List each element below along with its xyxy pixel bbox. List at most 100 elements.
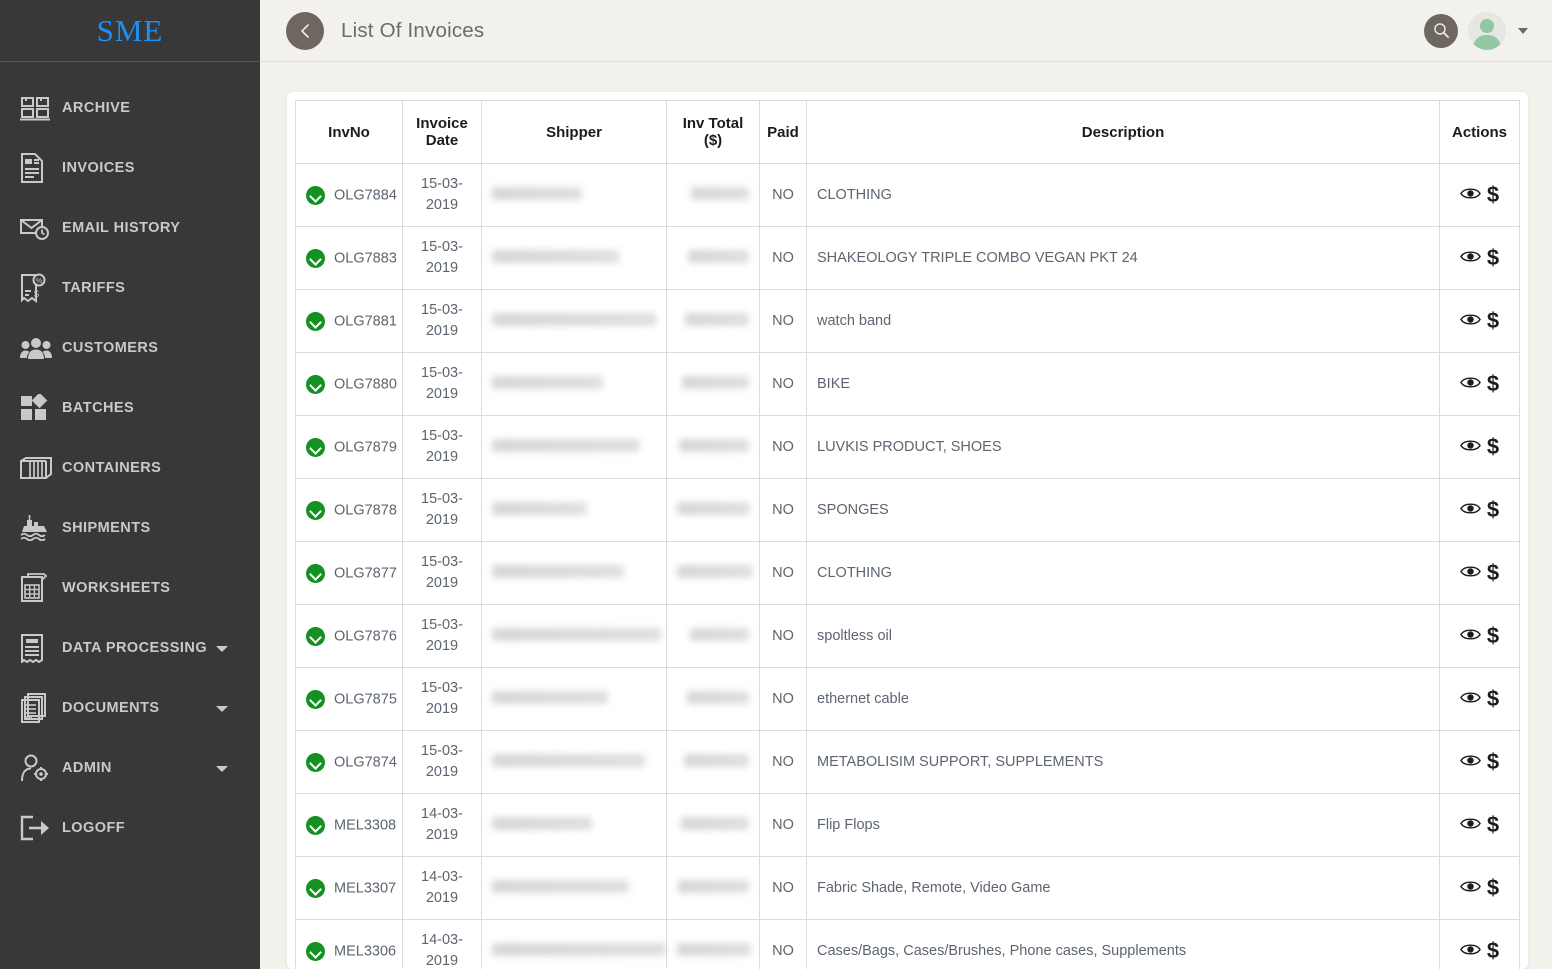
cell-actions: $ — [1439, 919, 1520, 969]
cell-description: Fabric Shade, Remote, Video Game — [806, 856, 1440, 921]
cell-description: Flip Flops — [806, 793, 1440, 858]
sidebar-item-customers[interactable]: CUSTOMERS — [0, 318, 260, 378]
back-button[interactable] — [286, 11, 324, 50]
sidebar-item-admin[interactable]: ADMIN — [0, 738, 260, 798]
green-check-circle-icon[interactable] — [306, 941, 325, 961]
sidebar-item-email-history[interactable]: EMAIL HISTORY — [0, 198, 260, 258]
dollar-icon[interactable]: $ — [1487, 751, 1499, 773]
sidebar-item-worksheets[interactable]: WORKSHEETS — [0, 558, 260, 618]
col-header-paid[interactable]: Paid — [759, 100, 807, 164]
green-check-circle-icon[interactable] — [306, 374, 325, 394]
green-check-circle-icon[interactable] — [306, 500, 325, 520]
shipper-value-redacted — [492, 627, 661, 641]
dollar-icon[interactable]: $ — [1487, 373, 1499, 395]
dollar-icon[interactable]: $ — [1487, 436, 1499, 458]
dollar-icon[interactable]: $ — [1487, 562, 1499, 584]
table-row[interactable]: OLG7874 15-03-2019 NO METABOLISIM SUPPORT, … — [295, 730, 1520, 795]
eye-icon[interactable] — [1459, 564, 1481, 583]
sidebar-item-documents[interactable]: DOCUMENTS — [0, 678, 260, 738]
dollar-icon[interactable]: $ — [1487, 310, 1499, 332]
table-row[interactable]: OLG7875 15-03-2019 NO ethernet cable $ — [295, 667, 1520, 732]
green-check-circle-icon[interactable] — [306, 185, 325, 205]
table-head: InvNo Invoice Date Shipper Inv Total ($)… — [295, 100, 1520, 164]
chevron-down-icon[interactable] — [216, 706, 228, 712]
eye-icon[interactable] — [1459, 375, 1481, 394]
eye-icon[interactable] — [1459, 690, 1481, 709]
col-header-description[interactable]: Description — [806, 100, 1440, 164]
col-header-invno[interactable]: InvNo — [295, 100, 403, 164]
sidebar-item-containers[interactable]: CONTAINERS — [0, 438, 260, 498]
dollar-icon[interactable]: $ — [1487, 184, 1499, 206]
table-row[interactable]: OLG7879 15-03-2019 NO LUVKIS PRODUCT, SHOES… — [295, 415, 1520, 480]
sidebar-item-tariffs[interactable]: % $ TARIFFS — [0, 258, 260, 318]
table-row[interactable]: MEL3308 14-03-2019 NO Flip Flops $ — [295, 793, 1520, 858]
user-avatar-icon — [1473, 18, 1501, 50]
eye-icon[interactable] — [1459, 816, 1481, 835]
green-check-circle-icon[interactable] — [306, 815, 325, 835]
eye-icon[interactable] — [1459, 501, 1481, 520]
cell-invoice-date: 14-03-2019 — [402, 793, 482, 858]
green-check-circle-icon[interactable] — [306, 563, 325, 583]
sidebar-item-invoices[interactable]: INVOICES — [0, 138, 260, 198]
invno-value: OLG7875 — [334, 691, 397, 708]
eye-icon[interactable] — [1459, 942, 1481, 961]
sidebar-item-data-processing[interactable]: DATA PROCESSING — [0, 618, 260, 678]
dollar-icon[interactable]: $ — [1487, 688, 1499, 710]
cell-invoice-date: 15-03-2019 — [402, 226, 482, 291]
cell-invoice-date: 15-03-2019 — [402, 667, 482, 732]
dollar-icon[interactable]: $ — [1487, 625, 1499, 647]
eye-icon[interactable] — [1459, 186, 1481, 205]
table-row[interactable]: OLG7881 15-03-2019 NO watch band $ — [295, 289, 1520, 354]
sidebar-item-batches[interactable]: BATCHES — [0, 378, 260, 438]
table-row[interactable]: OLG7884 15-03-2019 NO CLOTHING $ — [295, 162, 1520, 228]
inv-total-value-redacted — [682, 375, 749, 389]
search-button[interactable] — [1424, 13, 1458, 48]
chevron-down-icon[interactable] — [216, 766, 228, 772]
green-check-circle-icon[interactable] — [306, 437, 325, 457]
sidebar-item-logoff[interactable]: LOGOFF — [0, 798, 260, 858]
avatar[interactable] — [1468, 11, 1506, 50]
green-check-circle-icon[interactable] — [306, 311, 325, 331]
dollar-icon[interactable]: $ — [1487, 247, 1499, 269]
green-check-circle-icon[interactable] — [306, 248, 325, 268]
cell-invno: OLG7883 — [295, 226, 403, 291]
avatar-chevron-down-icon[interactable] — [1518, 27, 1528, 34]
cell-shipper — [481, 856, 667, 921]
table-row[interactable]: OLG7878 15-03-2019 NO SPONGES $ — [295, 478, 1520, 543]
sidebar-item-archive[interactable]: ARCHIVE — [0, 78, 260, 138]
cell-description: LUVKIS PRODUCT, SHOES — [806, 415, 1440, 480]
sidebar-item-label: INVOICES — [62, 160, 135, 176]
admin-user-gear-icon — [20, 751, 62, 785]
dollar-icon[interactable]: $ — [1487, 940, 1499, 962]
chevron-down-icon[interactable] — [216, 646, 228, 652]
cell-paid: NO — [759, 919, 807, 969]
cell-description: Cases/Bags, Cases/Brushes, Phone cases, … — [806, 919, 1440, 969]
table-row[interactable]: MEL3306 14-03-2019 NO Cases/Bags, Cases/Bru… — [295, 919, 1520, 969]
sidebar-item-shipments[interactable]: SHIPMENTS — [0, 498, 260, 558]
table-row[interactable]: OLG7877 15-03-2019 NO CLOTHING $ — [295, 541, 1520, 606]
dollar-icon[interactable]: $ — [1487, 499, 1499, 521]
table-row[interactable]: OLG7883 15-03-2019 NO SHAKEOLOGY TRIPLE COM… — [295, 226, 1520, 291]
col-header-shipper[interactable]: Shipper — [481, 100, 667, 164]
eye-icon[interactable] — [1459, 438, 1481, 457]
col-header-invoice-date[interactable]: Invoice Date — [402, 100, 482, 164]
table-row[interactable]: OLG7880 15-03-2019 NO BIKE $ — [295, 352, 1520, 417]
table-row[interactable]: MEL3307 14-03-2019 NO Fabric Shade, Remote,… — [295, 856, 1520, 921]
cell-shipper — [481, 415, 667, 480]
invno-value: OLG7874 — [334, 754, 397, 771]
eye-icon[interactable] — [1459, 312, 1481, 331]
col-header-inv-total[interactable]: Inv Total ($) — [666, 100, 760, 164]
dollar-icon[interactable]: $ — [1487, 814, 1499, 836]
eye-icon[interactable] — [1459, 249, 1481, 268]
eye-icon[interactable] — [1459, 879, 1481, 898]
green-check-circle-icon[interactable] — [306, 689, 325, 709]
green-check-circle-icon[interactable] — [306, 626, 325, 646]
dollar-icon[interactable]: $ — [1487, 877, 1499, 899]
invno-value: OLG7880 — [334, 376, 397, 393]
email-history-icon — [20, 211, 62, 245]
eye-icon[interactable] — [1459, 627, 1481, 646]
green-check-circle-icon[interactable] — [306, 878, 325, 898]
green-check-circle-icon[interactable] — [306, 752, 325, 772]
table-row[interactable]: OLG7876 15-03-2019 NO spoltless oil $ — [295, 604, 1520, 669]
eye-icon[interactable] — [1459, 753, 1481, 772]
